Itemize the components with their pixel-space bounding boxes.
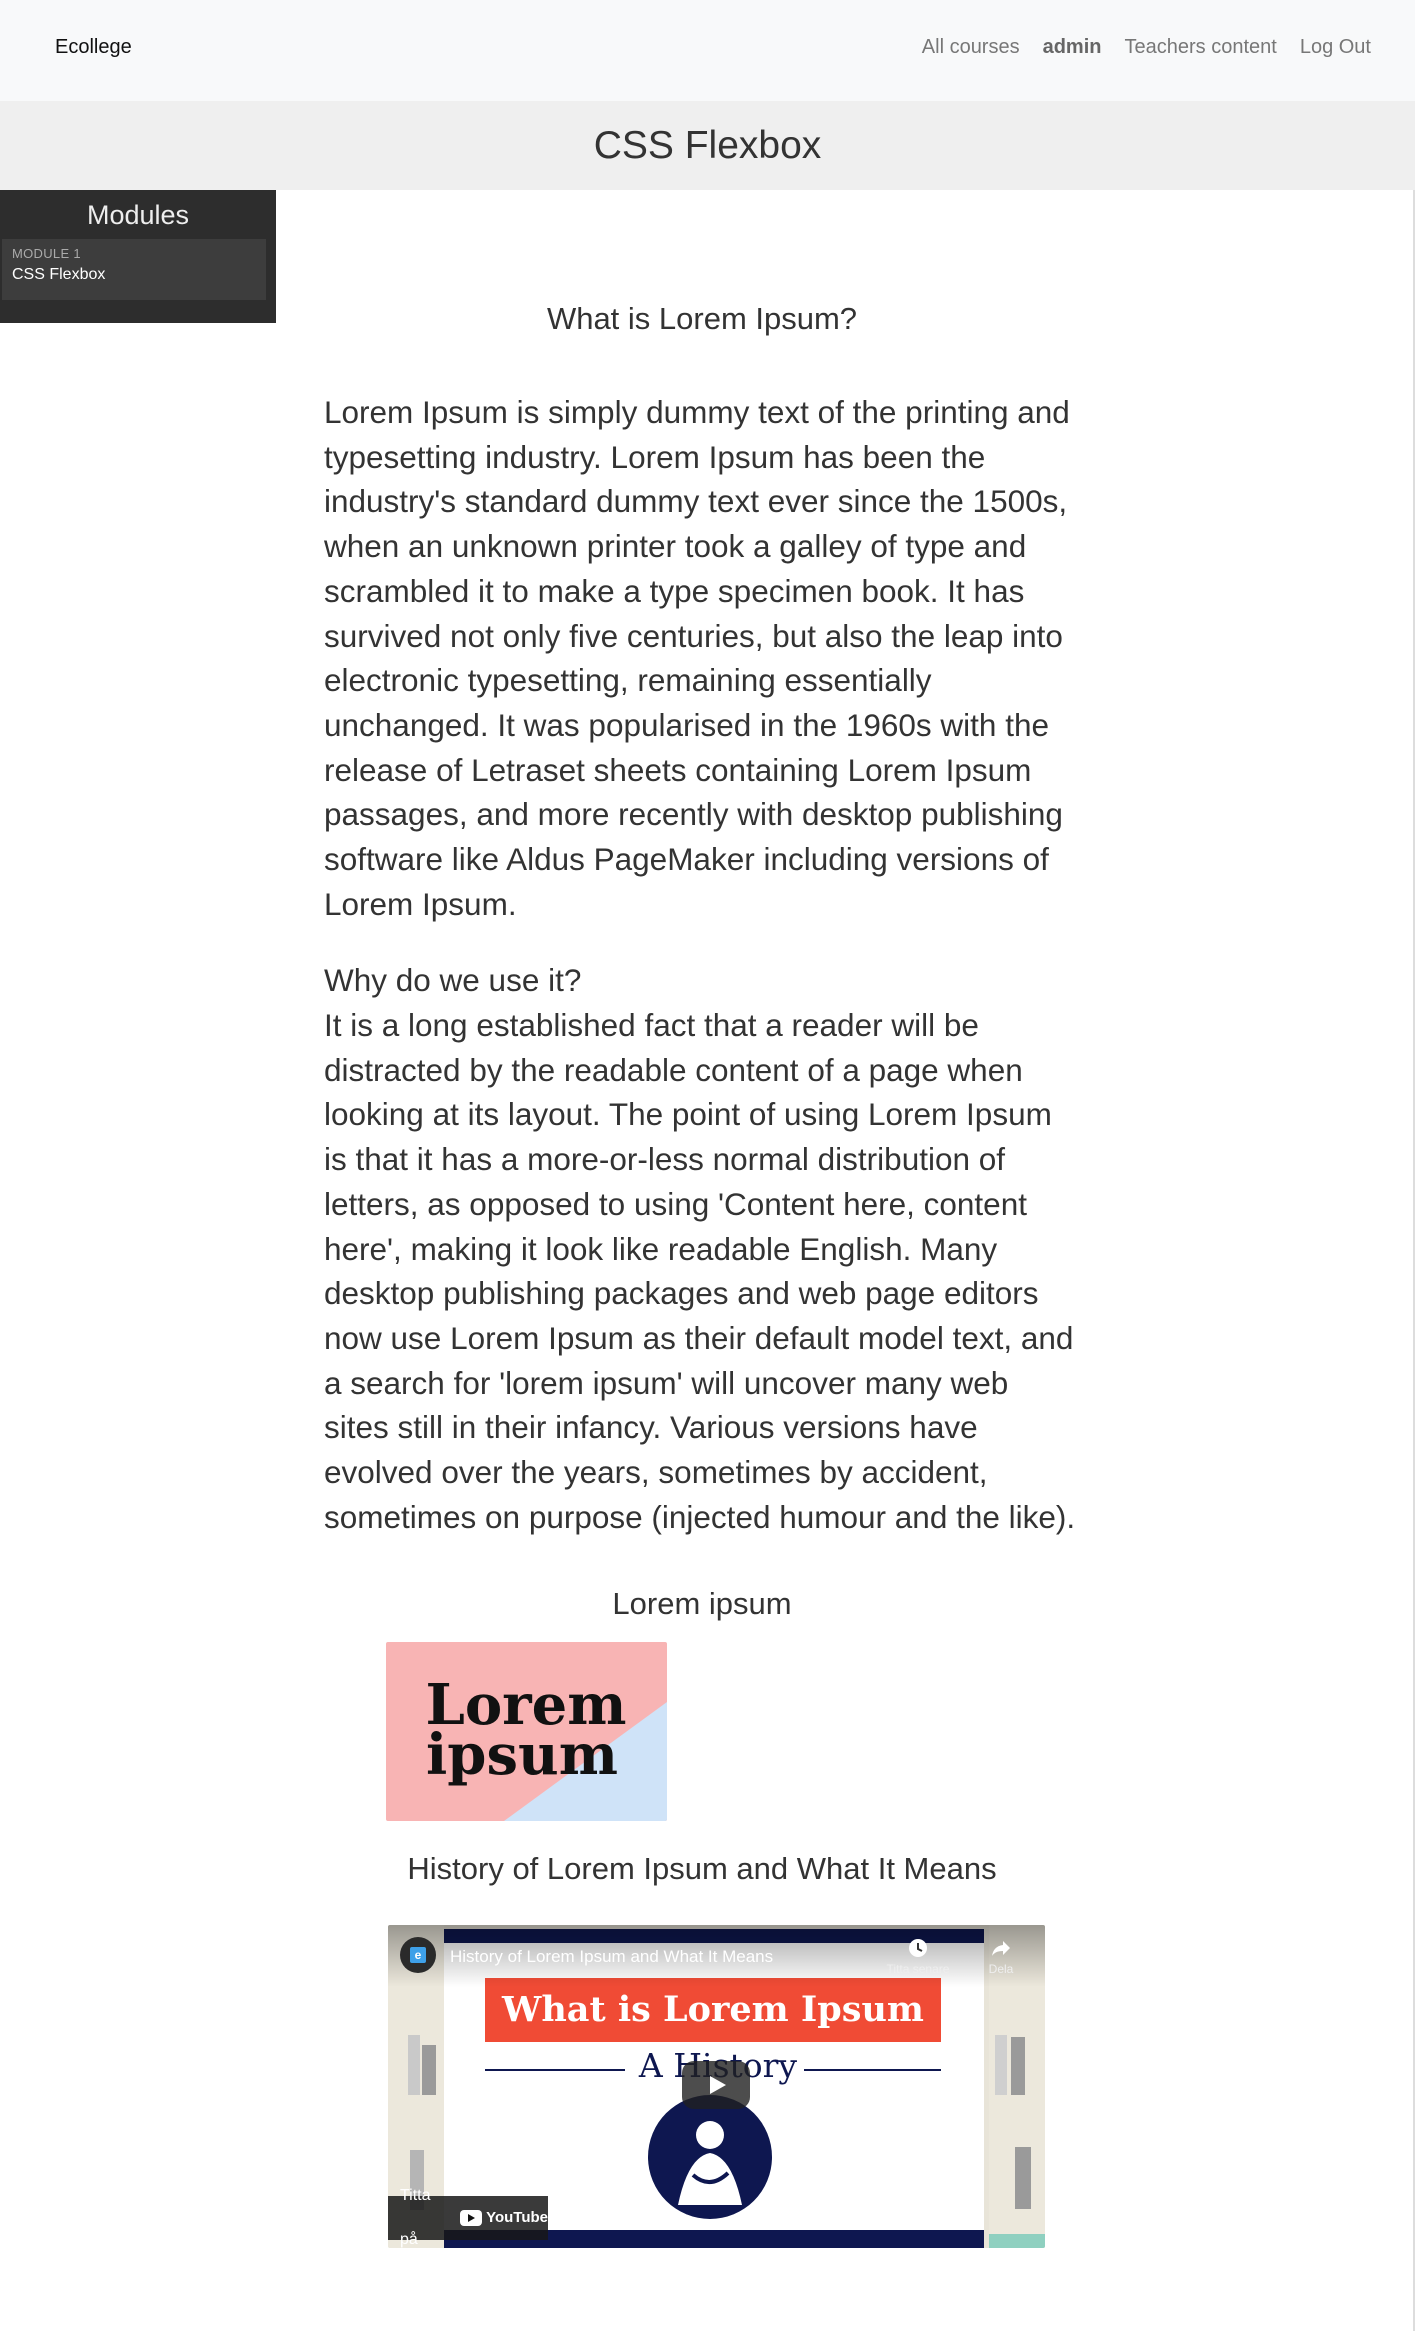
video-banner: What is Lorem Ipsum [485, 1978, 941, 2042]
portrait-image [648, 2095, 772, 2219]
clock-icon [909, 1939, 927, 1957]
nav-log-out[interactable]: Log Out [1300, 36, 1371, 59]
share-button[interactable]: Dela [976, 1937, 1026, 1976]
channel-avatar-icon[interactable]: e [400, 1937, 436, 1973]
top-navbar: Ecollege All courses admin Teachers cont… [0, 0, 1415, 101]
section-title-what-is: What is Lorem Ipsum? [546, 301, 858, 336]
nav-links: All courses admin Teachers content Log O… [922, 36, 1371, 59]
image-title: Lorem ipsum [612, 1586, 792, 1621]
nav-all-courses[interactable]: All courses [922, 36, 1020, 59]
nav-teachers-content[interactable]: Teachers content [1125, 36, 1277, 59]
page-title: CSS Flexbox [593, 124, 822, 167]
play-button[interactable] [682, 2061, 750, 2109]
module-item[interactable]: MODULE 1 CSS Flexbox [2, 239, 266, 300]
image-text-line2: ipsum [426, 1722, 618, 1788]
divider-left [485, 2069, 625, 2071]
module-name: CSS Flexbox [12, 266, 106, 283]
divider-right [804, 2069, 941, 2071]
watch-on-youtube-button[interactable]: Titta på YouTube [388, 2187, 548, 2248]
section-text-why: It is a long established fact that a rea… [324, 1007, 1076, 1535]
nav-admin[interactable]: admin [1043, 36, 1102, 59]
section-text-what-is: Lorem Ipsum is simply dummy text of the … [324, 394, 1070, 922]
video-corner-accent [989, 2234, 1045, 2248]
page-title-bar: CSS Flexbox [0, 101, 1415, 190]
youtube-video-embed[interactable]: What is Lorem Ipsum A History e History … [388, 1925, 1045, 2248]
youtube-play-icon [460, 2210, 483, 2226]
share-icon [992, 1941, 1010, 1956]
brand-link[interactable]: Ecollege [55, 36, 132, 59]
video-title-link[interactable]: History of Lorem Ipsum and What It Means [450, 1947, 773, 1967]
video-section-title: History of Lorem Ipsum and What It Means [407, 1851, 997, 1886]
lorem-ipsum-image: Lorem ipsum [386, 1642, 667, 1821]
watch-on-label: Titta på [400, 2187, 431, 2248]
modules-sidebar: Modules MODULE 1 CSS Flexbox [0, 190, 276, 323]
watch-later-button[interactable]: Titta senare [878, 1937, 958, 1976]
sidebar-title: Modules [86, 200, 190, 230]
share-label: Dela [988, 1962, 1014, 1976]
module-label: MODULE 1 [12, 246, 81, 261]
youtube-logo: YouTube [460, 2196, 548, 2240]
section-title-why: Why do we use it? [324, 962, 582, 998]
watch-later-label: Titta senare [886, 1962, 950, 1976]
